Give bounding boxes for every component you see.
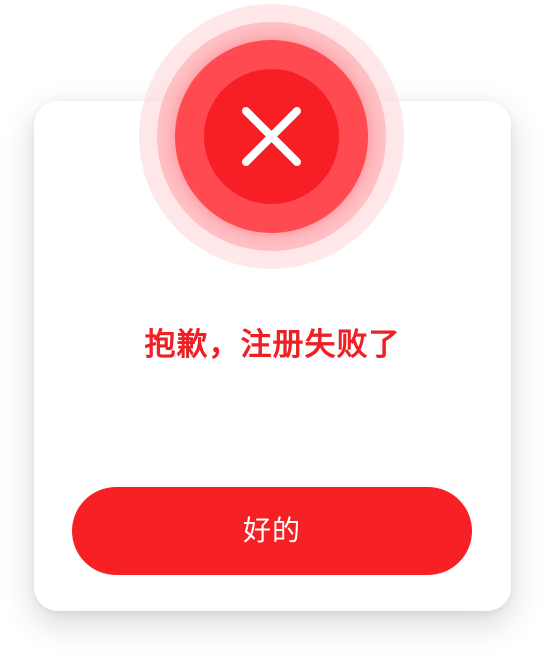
error-badge: [139, 4, 404, 269]
close-icon: [242, 107, 301, 166]
error-message: 抱歉，注册失败了: [144, 327, 401, 363]
confirm-button[interactable]: 好的: [72, 487, 472, 575]
page: 抱歉，注册失败了 好的: [0, 0, 545, 666]
